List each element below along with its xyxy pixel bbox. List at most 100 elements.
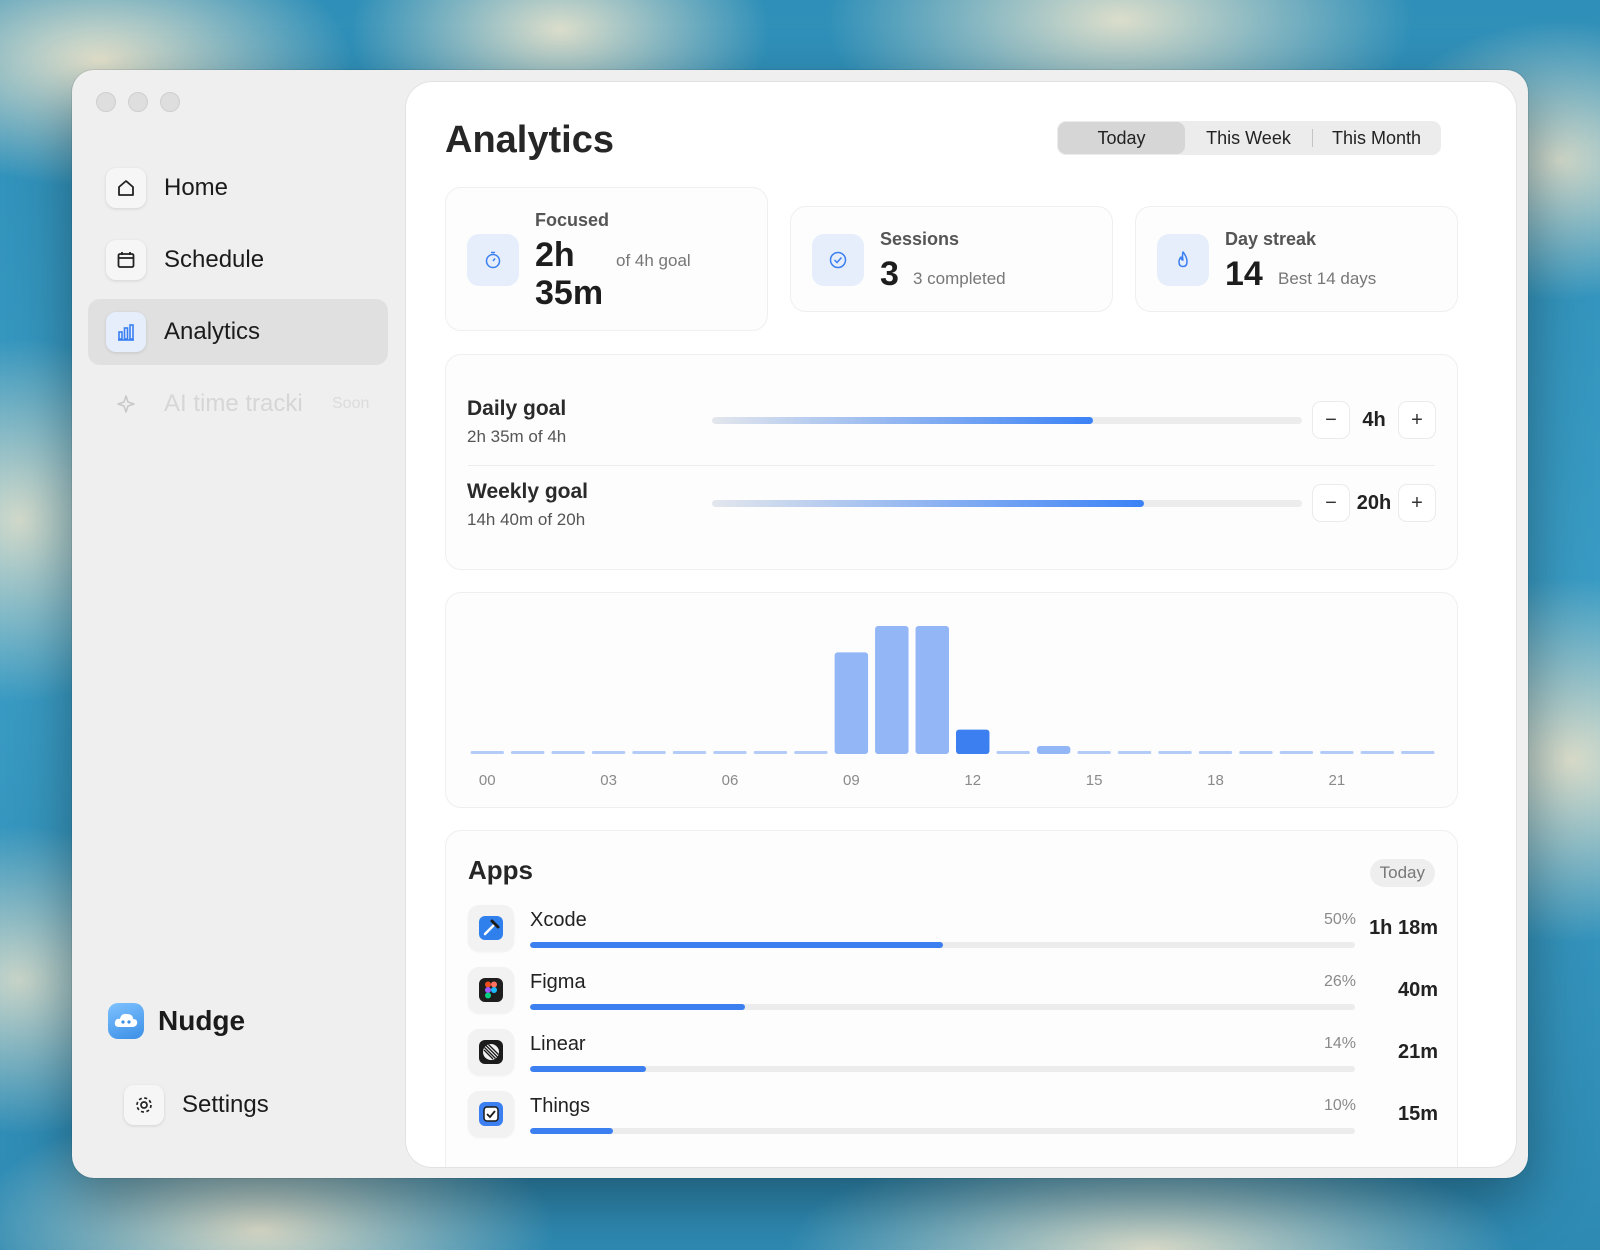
hourly-chart-card: 00 03 06 09 12 15 18 21 (445, 592, 1458, 808)
app-usage-bar (530, 942, 1355, 948)
sparkle-icon (106, 384, 146, 424)
streak-best-text: Best 14 days (1278, 269, 1377, 288)
hour-bar-13 (996, 751, 1030, 754)
hour-bar-12 (956, 729, 990, 754)
app-name: Xcode (530, 909, 587, 931)
x-tick-label: 03 (600, 772, 617, 789)
x-tick-label: 21 (1329, 772, 1346, 789)
hour-bar-18 (1198, 751, 1233, 754)
sidebar-item-analytics[interactable]: Analytics (88, 299, 388, 365)
daily-goal-bar (712, 417, 1302, 424)
daily-goal-title: Daily goal (467, 397, 567, 420)
app-row-things[interactable]: Things 10% 15m (468, 1091, 1438, 1151)
sidebar-item-label: Analytics (164, 318, 261, 345)
weekly-goal-stepper: − 20h + (1312, 484, 1436, 522)
brand-name: Nudge (158, 1005, 246, 1036)
hour-bar-10 (875, 626, 909, 754)
sidebar: Home Schedule Analytics AI time tracking (72, 70, 402, 1178)
app-usage-fill (530, 1128, 613, 1134)
nudge-logo-icon (108, 1003, 144, 1039)
app-usage-bar (530, 1004, 1355, 1010)
flame-icon (1157, 234, 1209, 286)
app-percent: 14% (1323, 1035, 1356, 1052)
hour-bar-01 (510, 751, 545, 754)
weekly-goal-bar (712, 500, 1302, 507)
app-time: 40m (1397, 979, 1438, 1001)
sidebar-item-label: AI time tracking (164, 390, 304, 417)
hour-bar-21 (1320, 751, 1354, 754)
app-percent: 26% (1323, 973, 1356, 990)
soon-badge: Soon (332, 395, 370, 412)
sidebar-item-label: Schedule (164, 246, 265, 273)
range-today[interactable]: Today (1058, 122, 1185, 154)
hour-bar-04 (632, 751, 666, 754)
hour-bar-15 (1077, 751, 1111, 754)
timer-icon (467, 234, 519, 286)
x-tick-label: 12 (964, 772, 981, 789)
daily-goal-decrease-button[interactable]: − (1312, 401, 1350, 439)
app-window: Home Schedule Analytics AI time tracking (72, 70, 1528, 1178)
app-row-figma[interactable]: Figma 26% 40m (468, 967, 1438, 1027)
apps-range-badge: Today (1369, 859, 1435, 887)
app-name: Things (530, 1095, 591, 1117)
sessions-completed-text: 3 completed (913, 269, 1006, 288)
sidebar-item-label: Home (164, 174, 229, 201)
x-tick-label: 09 (843, 772, 860, 789)
hour-bar-11 (915, 626, 949, 754)
figma-icon (468, 967, 514, 1013)
sidebar-nav: Home Schedule Analytics AI time tracking (88, 155, 388, 443)
hour-bar-07 (753, 751, 788, 754)
range-this-week[interactable]: This Week (1185, 122, 1312, 154)
app-name: Linear (530, 1033, 586, 1055)
sidebar-item-label: Settings (182, 1091, 269, 1118)
hour-bar-16 (1117, 751, 1152, 754)
hour-bar-00 (470, 751, 504, 754)
app-row-linear[interactable]: Linear 14% 21m (468, 1029, 1438, 1089)
hour-bar-20 (1279, 751, 1314, 754)
goals-card: Daily goal 2h 35m of 4h − 4h + Weekly go… (445, 354, 1458, 570)
app-row-xcode[interactable]: Xcode 50% 1h 18m (468, 905, 1438, 965)
apps-title: Apps (468, 855, 533, 885)
home-icon (106, 168, 146, 208)
range-this-month[interactable]: This Month (1313, 122, 1440, 154)
sidebar-item-home[interactable]: Home (88, 155, 388, 221)
app-time: 15m (1397, 1103, 1438, 1125)
app-percent: 10% (1323, 1097, 1356, 1114)
sidebar-item-settings[interactable]: Settings (106, 1072, 269, 1138)
focused-goal-text: of 4h goal (616, 251, 691, 270)
focused-card: Focused 2h 35m of 4h goal (445, 187, 768, 331)
app-time: 21m (1397, 1041, 1438, 1063)
focused-label: Focused (535, 210, 610, 230)
weekly-goal-title: Weekly goal (467, 480, 588, 503)
app-time: 1h 18m (1369, 917, 1438, 939)
streak-label: Day streak (1225, 229, 1317, 249)
app-name: Figma (530, 971, 586, 993)
check-circle-icon (812, 234, 864, 286)
daily-goal-progress-text: 2h 35m of 4h (467, 427, 567, 446)
app-usage-fill (530, 1004, 745, 1010)
xcode-icon (468, 905, 514, 951)
hour-bar-06 (713, 751, 747, 754)
weekly-goal-decrease-button[interactable]: − (1312, 484, 1350, 522)
x-tick-label: 06 (722, 772, 739, 789)
daily-goal-stepper: − 4h + (1312, 401, 1436, 439)
sidebar-item-schedule[interactable]: Schedule (88, 227, 388, 293)
app-usage-bar (530, 1128, 1355, 1134)
hour-bar-23 (1401, 751, 1435, 754)
weekly-goal-fill (712, 500, 1145, 507)
daily-goal-fill (712, 417, 1094, 424)
hour-bar-03 (591, 751, 626, 754)
hour-bar-17 (1158, 751, 1192, 754)
bar-chart-icon (106, 312, 146, 352)
main-panel: Analytics Today This Week This Month Foc… (406, 82, 1516, 1167)
sessions-value: 3 (880, 255, 899, 293)
weekly-goal-increase-button[interactable]: + (1398, 484, 1436, 522)
calendar-icon (106, 240, 146, 280)
app-usage-fill (530, 942, 943, 948)
x-tick-label: 15 (1086, 772, 1103, 789)
hour-bar-14 (1036, 746, 1071, 754)
app-usage-fill (530, 1066, 646, 1072)
hour-bar-09 (834, 652, 869, 754)
daily-goal-increase-button[interactable]: + (1398, 401, 1436, 439)
sessions-label: Sessions (880, 229, 960, 249)
